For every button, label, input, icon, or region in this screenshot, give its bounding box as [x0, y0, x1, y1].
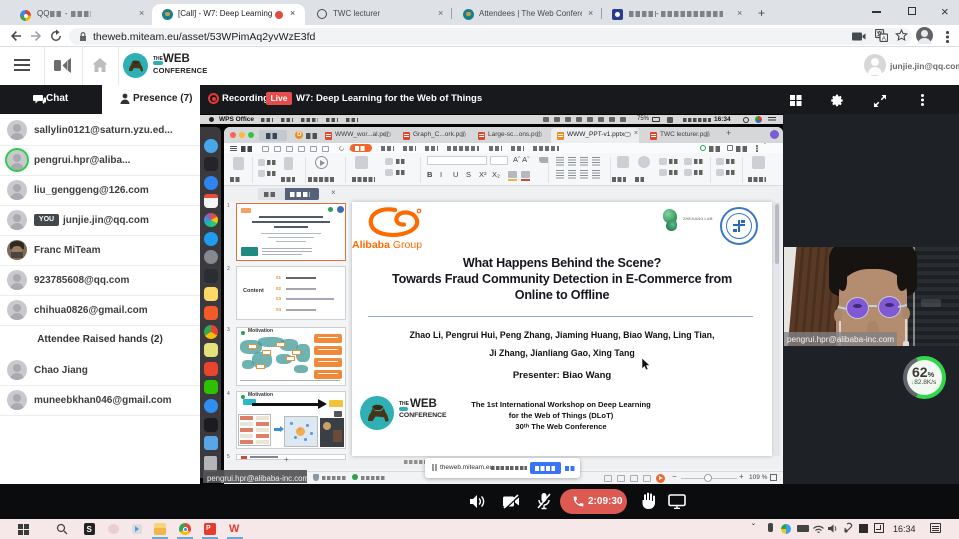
- svg-text:A: A: [882, 35, 887, 42]
